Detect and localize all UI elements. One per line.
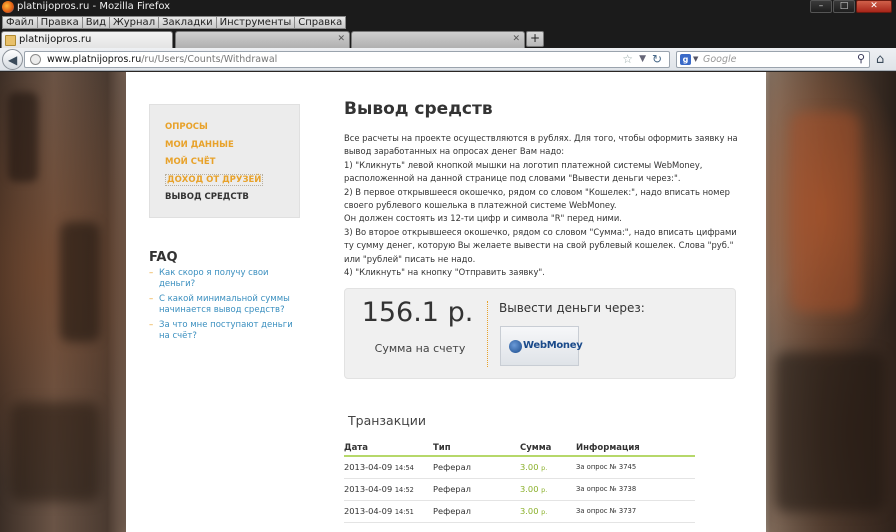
background-decoration <box>8 92 38 182</box>
cell-date: 2013-04-09 14:52 <box>344 478 433 501</box>
faq-heading: FAQ <box>149 250 178 265</box>
instruction-paragraph: 2) В первое открывшееся окошечко, рядом … <box>344 186 730 211</box>
table-row: 2013-04-09 14:51 Реферал 3.00 р. За опро… <box>344 500 695 523</box>
faq-list: Как скоро я получу свои деньги? С какой … <box>149 268 299 346</box>
sidebar-item-withdrawal[interactable]: Вывод средств <box>165 191 299 209</box>
page-viewport: Опросы Мои данные Мой счёт Доход от друз… <box>0 72 896 532</box>
url-text[interactable]: www.platnijopros.ru/ru/Users/Counts/With… <box>47 54 277 65</box>
menu-file[interactable]: Файл <box>2 16 38 29</box>
cell-amount: 3.00 р. <box>520 478 576 501</box>
column-header-amount: Сумма <box>520 440 576 457</box>
window-titlebar: platnijopros.ru - Mozilla Firefox – □ ✕ <box>0 0 896 15</box>
home-icon[interactable]: ⌂ <box>876 52 884 67</box>
menu-tools[interactable]: Инструменты <box>216 16 296 29</box>
background-decoration <box>60 222 100 342</box>
search-icon[interactable]: ⚲ <box>857 52 865 65</box>
column-header-type: Тип <box>433 440 520 457</box>
minimize-button[interactable]: – <box>810 0 832 13</box>
faq-link[interactable]: За что мне поступают деньги на счёт? <box>149 320 299 342</box>
table-header-row: Дата Тип Сумма Информация <box>344 440 695 457</box>
transactions-table: Дата Тип Сумма Информация 2013-04-09 14:… <box>344 440 695 523</box>
column-header-info: Информация <box>576 440 695 457</box>
sidebar-item-referral-income[interactable]: Доход от друзей <box>165 173 299 192</box>
instruction-paragraph: 4) "Кликнуть" на кнопку "Отправить заявк… <box>344 267 545 278</box>
webmoney-button[interactable]: WebMoney <box>500 326 583 366</box>
background-decoration <box>10 402 100 502</box>
table-row: 2013-04-09 14:52 Реферал 3.00 р. За опро… <box>344 478 695 501</box>
column-header-date: Дата <box>344 440 433 457</box>
table-row: 2013-04-09 14:54 Реферал 3.00 р. За опро… <box>344 456 695 479</box>
maximize-button[interactable]: □ <box>833 0 855 13</box>
withdrawal-instructions: Все расчеты на проекте осуществляются в … <box>344 132 740 279</box>
sidebar-item-my-data[interactable]: Мои данные <box>165 139 299 157</box>
history-dropdown-icon[interactable]: ▼ <box>639 54 646 64</box>
instruction-paragraph: Все расчеты на проекте осуществляются в … <box>344 133 738 157</box>
sidebar-item-my-account[interactable]: Мой счёт <box>165 156 299 174</box>
url-host: www.platnijopros.ru <box>47 54 142 65</box>
cell-type: Реферал <box>433 478 520 501</box>
cell-type: Реферал <box>433 456 520 479</box>
tab-close-icon[interactable]: ✕ <box>337 34 345 44</box>
window-title: platnijopros.ru - Mozilla Firefox <box>17 1 171 12</box>
background-decoration <box>790 112 860 312</box>
menu-edit[interactable]: Правка <box>37 16 83 29</box>
panel-divider <box>487 301 488 367</box>
address-bar[interactable]: www.platnijopros.ru/ru/Users/Counts/With… <box>24 51 670 68</box>
firefox-icon <box>2 1 14 13</box>
tab-close-icon[interactable]: ✕ <box>512 34 520 44</box>
menu-bar: Файл Правка Вид Журнал Закладки Инструме… <box>0 15 896 30</box>
search-input[interactable]: Google <box>703 54 737 65</box>
back-arrow-icon: ◀ <box>8 53 18 67</box>
cell-info: За опрос № 3737 <box>576 500 695 523</box>
instruction-paragraph: 3) Во второе открывшееся окошечко, рядом… <box>344 226 737 264</box>
tab-3[interactable]: ✕ <box>351 31 525 48</box>
search-bar[interactable]: g ▼ Google ⚲ <box>676 51 870 68</box>
tab-label: platnijopros.ru <box>19 34 92 45</box>
menu-bookmarks[interactable]: Закладки <box>159 16 217 29</box>
balance-caption: Сумма на счету <box>374 342 466 355</box>
transactions-heading: Транзакции <box>348 413 427 428</box>
withdraw-via-label: Вывести деньги через: <box>499 301 645 315</box>
webmoney-logo-icon <box>509 340 522 353</box>
menu-view[interactable]: Вид <box>82 16 110 29</box>
cell-info: За опрос № 3745 <box>576 456 695 479</box>
webmoney-label: WebMoney <box>523 340 583 351</box>
menu-history[interactable]: Журнал <box>109 16 160 29</box>
balance-panel: 156.1 р. Сумма на счету Вывести деньги ч… <box>344 288 736 379</box>
cell-info: За опрос № 3738 <box>576 478 695 501</box>
search-engine-icon[interactable]: g <box>680 54 691 65</box>
globe-icon <box>30 54 41 65</box>
back-button[interactable]: ◀ <box>2 49 23 70</box>
search-engine-dropdown-icon[interactable]: ▼ <box>693 55 698 63</box>
cell-amount: 3.00 р. <box>520 456 576 479</box>
instruction-paragraph: 1) "Кликнуть" левой кнопкой мышки на лог… <box>344 159 703 184</box>
site-favicon-icon <box>5 35 16 46</box>
instruction-paragraph: Он должен состоять из 12-ти цифр и симво… <box>344 213 622 224</box>
tab-2[interactable]: ✕ <box>175 31 350 48</box>
reload-icon[interactable]: ↻ <box>652 52 662 66</box>
navigation-bar: ◀ www.platnijopros.ru/ru/Users/Counts/Wi… <box>0 48 896 71</box>
page-content: Опросы Мои данные Мой счёт Доход от друз… <box>126 72 766 532</box>
cell-date: 2013-04-09 14:51 <box>344 500 433 523</box>
url-path: /ru/Users/Counts/Withdrawal <box>141 54 278 65</box>
background-decoration <box>775 352 885 512</box>
tab-active[interactable]: platnijopros.ru <box>1 31 173 48</box>
cell-amount: 3.00 р. <box>520 500 576 523</box>
bookmark-star-icon[interactable]: ☆ <box>622 52 633 66</box>
faq-link[interactable]: Как скоро я получу свои деньги? <box>149 268 299 290</box>
window-controls: – □ ✕ <box>810 0 892 14</box>
balance-amount: 156.1 р. <box>361 297 474 328</box>
new-tab-button[interactable]: + <box>526 31 544 47</box>
sidebar-item-surveys[interactable]: Опросы <box>165 121 299 139</box>
faq-link[interactable]: С какой минимальной суммы начинается выв… <box>149 294 299 316</box>
menu-help[interactable]: Справка <box>295 16 347 29</box>
cell-type: Реферал <box>433 500 520 523</box>
close-button[interactable]: ✕ <box>856 0 892 13</box>
account-menu: Опросы Мои данные Мой счёт Доход от друз… <box>149 104 300 218</box>
sidebar-item-label: Доход от друзей <box>165 173 264 186</box>
page-title: Вывод средств <box>344 99 493 119</box>
cell-date: 2013-04-09 14:54 <box>344 456 433 479</box>
tab-bar: platnijopros.ru ✕ ✕ <box>0 30 896 48</box>
